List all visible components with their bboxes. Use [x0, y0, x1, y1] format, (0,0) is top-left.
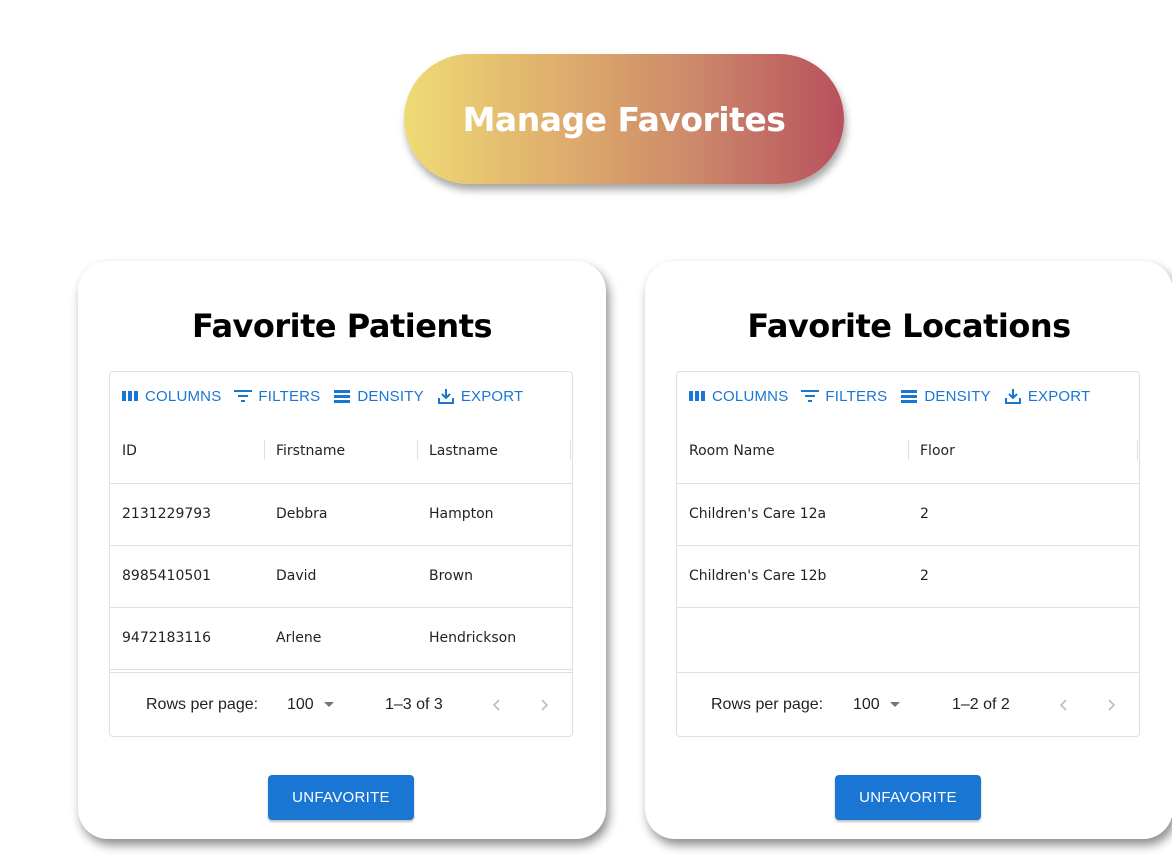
- cell-floor: 2: [920, 506, 929, 522]
- filters-button[interactable]: FILTERS: [233, 386, 320, 406]
- patients-data-grid: COLUMNS FILTERS DENSITY EXPORT ID Firstn…: [109, 371, 573, 737]
- chevron-left-icon[interactable]: [1054, 695, 1074, 715]
- download-icon: [436, 386, 456, 406]
- chevron-right-icon[interactable]: [1101, 695, 1121, 715]
- export-label: EXPORT: [1027, 387, 1091, 405]
- page-title-banner: Manage Favorites: [404, 54, 844, 184]
- cell-lastname: Hampton: [429, 506, 494, 522]
- cell-room-name: Children's Care 12a: [689, 506, 827, 522]
- grid-pagination: Rows per page: 100 1–2 of 2: [677, 672, 1139, 736]
- density-button[interactable]: DENSITY: [332, 386, 424, 406]
- cell-floor: 2: [920, 568, 929, 584]
- pagination-range: 1–2 of 2: [952, 696, 1010, 713]
- table-row[interactable]: 2131229793 Debbra Hampton: [110, 484, 572, 546]
- unfavorite-patients-button[interactable]: UNFAVORITE: [268, 775, 414, 820]
- columns-label: COLUMNS: [145, 387, 222, 405]
- filters-label: FILTERS: [258, 387, 321, 405]
- chevron-right-icon[interactable]: [534, 695, 554, 715]
- grid-header-row: ID Firstname Lastname: [110, 420, 572, 484]
- grid-header-row: Room Name Floor: [677, 420, 1139, 484]
- table-row[interactable]: Children's Care 12a 2: [677, 484, 1139, 546]
- arrow-drop-down-icon: [324, 702, 335, 708]
- rows-per-page-label: Rows per page:: [146, 696, 259, 713]
- density-button[interactable]: DENSITY: [899, 386, 991, 406]
- cell-id: 9472183116: [122, 630, 212, 646]
- grid-toolbar: COLUMNS FILTERS DENSITY EXPORT: [110, 372, 572, 420]
- locations-data-grid: COLUMNS FILTERS DENSITY EXPORT Room Name…: [676, 371, 1140, 737]
- column-header-room-name[interactable]: Room Name: [689, 420, 775, 483]
- column-separator[interactable]: [1137, 440, 1138, 460]
- export-label: EXPORT: [460, 387, 524, 405]
- column-header-floor[interactable]: Floor: [920, 420, 955, 483]
- arrow-drop-down-icon: [890, 702, 901, 708]
- pagination-range: 1–3 of 3: [385, 696, 443, 713]
- cell-id: 8985410501: [122, 568, 212, 584]
- cell-id: 2131229793: [122, 506, 212, 522]
- cell-lastname: Brown: [429, 568, 473, 584]
- column-header-lastname[interactable]: Lastname: [429, 420, 498, 483]
- page: Manage Favorites Favorite Patients COLUM…: [0, 0, 1172, 865]
- chevron-left-icon[interactable]: [487, 695, 507, 715]
- density-icon: [332, 386, 352, 406]
- density-label: DENSITY: [924, 387, 991, 405]
- cell-firstname: Debbra: [276, 506, 328, 522]
- column-separator[interactable]: [264, 440, 265, 460]
- export-button[interactable]: EXPORT: [436, 386, 524, 406]
- download-icon: [1003, 386, 1023, 406]
- column-separator[interactable]: [570, 440, 571, 460]
- rows-per-page-select[interactable]: 100: [853, 673, 901, 736]
- columns-label: COLUMNS: [712, 387, 789, 405]
- filters-button[interactable]: FILTERS: [800, 386, 887, 406]
- cell-lastname: Hendrickson: [429, 630, 517, 646]
- cell-firstname: David: [276, 568, 317, 584]
- table-row[interactable]: 8985410501 David Brown: [110, 546, 572, 608]
- table-row[interactable]: 9472183116 Arlene Hendrickson: [110, 608, 572, 670]
- columns-button[interactable]: COLUMNS: [687, 386, 788, 406]
- view-column-icon: [120, 386, 140, 406]
- grid-toolbar: COLUMNS FILTERS DENSITY EXPORT: [677, 372, 1139, 420]
- filter-list-icon: [800, 386, 820, 406]
- density-icon: [899, 386, 919, 406]
- card-title: Favorite Locations: [747, 307, 1071, 345]
- filter-list-icon: [233, 386, 253, 406]
- favorite-patients-card: Favorite Patients COLUMNS FILTERS DENSIT…: [78, 261, 606, 839]
- rows-per-page-value: 100: [853, 696, 880, 713]
- column-header-firstname[interactable]: Firstname: [276, 420, 345, 483]
- density-label: DENSITY: [357, 387, 424, 405]
- view-column-icon: [687, 386, 707, 406]
- column-header-id[interactable]: ID: [122, 420, 137, 483]
- rows-per-page-select[interactable]: 100: [287, 673, 335, 736]
- favorite-locations-card: Favorite Locations COLUMNS FILTERS DENSI…: [645, 261, 1172, 839]
- cell-firstname: Arlene: [276, 630, 322, 646]
- unfavorite-locations-button[interactable]: UNFAVORITE: [835, 775, 981, 820]
- grid-pagination: Rows per page: 100 1–3 of 3: [110, 672, 572, 736]
- page-title: Manage Favorites: [462, 99, 786, 139]
- cell-room-name: Children's Care 12b: [689, 568, 827, 584]
- column-separator[interactable]: [908, 440, 909, 460]
- column-separator[interactable]: [417, 440, 418, 460]
- columns-button[interactable]: COLUMNS: [120, 386, 221, 406]
- export-button[interactable]: EXPORT: [1003, 386, 1091, 406]
- table-row[interactable]: Children's Care 12b 2: [677, 546, 1139, 608]
- rows-per-page-label: Rows per page:: [711, 696, 824, 713]
- filters-label: FILTERS: [825, 387, 888, 405]
- rows-per-page-value: 100: [287, 696, 314, 713]
- card-title: Favorite Patients: [191, 307, 493, 345]
